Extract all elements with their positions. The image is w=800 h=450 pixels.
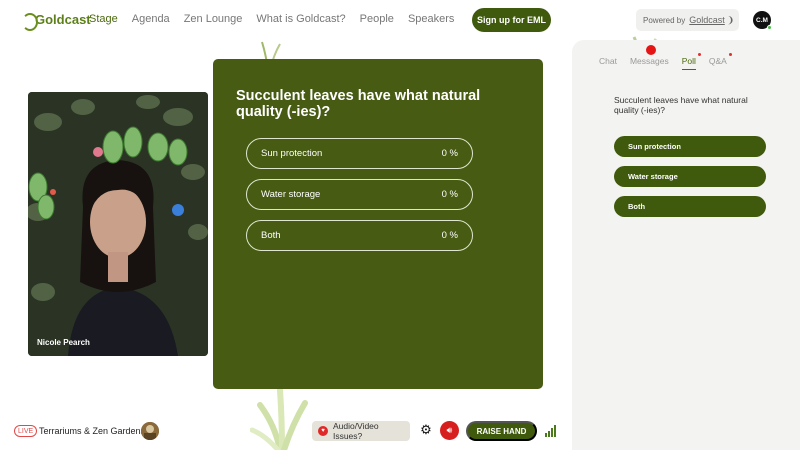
poll-option-percent: 0 % bbox=[441, 230, 458, 241]
event-title: Terrariums & Zen Gardens bbox=[39, 426, 146, 436]
nav-link-what-is-goldcast[interactable]: What is Goldcast? bbox=[256, 13, 345, 25]
tab-qa[interactable]: Q&A bbox=[708, 53, 732, 66]
powered-by-label: Powered by bbox=[643, 15, 686, 25]
poll-option-label: Sun protection bbox=[261, 148, 323, 159]
goldcast-mark-icon: ❩ bbox=[726, 14, 735, 25]
nav-link-stage[interactable]: Stage bbox=[89, 13, 118, 25]
sidebar-option-water-storage[interactable]: Water storage bbox=[614, 166, 766, 187]
sidebar-tabs: Chat Messages Poll Q&A bbox=[599, 53, 740, 70]
nav-links: Stage Agenda Zen Lounge What is Goldcast… bbox=[89, 13, 468, 25]
poll-option-both[interactable]: Both 0 % bbox=[246, 220, 473, 251]
brand-name: Goldcast bbox=[35, 12, 91, 27]
tab-qa-dot bbox=[728, 53, 732, 56]
mute-audio-button[interactable]: 🔊︎ bbox=[440, 421, 459, 440]
speaker-name: Nicole Pearch bbox=[37, 338, 90, 347]
sidebar-poll-question: Succulent leaves have what natural quali… bbox=[614, 95, 748, 115]
notification-badge bbox=[646, 45, 656, 55]
sidebar-option-sun-protection[interactable]: Sun protection bbox=[614, 136, 766, 157]
event-thumbnail-image bbox=[141, 422, 159, 440]
nav-link-speakers[interactable]: Speakers bbox=[408, 13, 454, 25]
tab-poll-label: Poll bbox=[681, 56, 696, 66]
tab-poll-dot bbox=[697, 53, 701, 56]
live-badge: LIVE bbox=[14, 425, 38, 437]
user-avatar[interactable]: C.M bbox=[753, 11, 772, 30]
signup-button[interactable]: Sign up for EML bbox=[472, 8, 551, 32]
tab-qa-label: Q&A bbox=[708, 56, 727, 66]
poll-option-label: Water storage bbox=[261, 189, 321, 200]
sidebar-option-both[interactable]: Both bbox=[614, 196, 766, 217]
poll-option-sun-protection[interactable]: Sun protection 0 % bbox=[246, 138, 473, 169]
powered-by-brand: Goldcast bbox=[689, 15, 725, 25]
av-issues-icon: ♥ bbox=[318, 426, 328, 436]
tab-poll[interactable]: Poll bbox=[681, 53, 701, 70]
tab-messages[interactable]: Messages bbox=[630, 56, 669, 66]
engagement-sidebar: Chat Messages Poll Q&A Succulent leaves … bbox=[572, 40, 800, 450]
settings-gear-icon[interactable]: ⚙ bbox=[419, 423, 433, 437]
event-thumbnail[interactable] bbox=[141, 422, 159, 440]
av-issues-label: Audio/Video Issues? bbox=[332, 421, 379, 441]
speaker-video-image bbox=[28, 92, 208, 356]
poll-card: Succulent leaves have what natural quali… bbox=[213, 59, 543, 389]
av-issues-button[interactable]: ♥ Audio/Video Issues? bbox=[312, 421, 410, 441]
poll-option-water-storage[interactable]: Water storage 0 % bbox=[246, 179, 473, 210]
user-initials: C.M bbox=[756, 16, 768, 24]
speaker-video[interactable]: Nicole Pearch bbox=[28, 92, 208, 356]
decorative-plant-bottom bbox=[250, 387, 308, 450]
tab-chat[interactable]: Chat bbox=[599, 56, 617, 66]
speaker-icon: 🔊︎ bbox=[446, 425, 453, 435]
powered-by-badge[interactable]: Powered by Goldcast ❩ bbox=[636, 9, 739, 31]
top-navigation: Goldcast Stage Agenda Zen Lounge What is… bbox=[0, 0, 800, 40]
nav-link-people[interactable]: People bbox=[360, 13, 394, 25]
poll-option-label: Both bbox=[261, 230, 281, 241]
poll-question: Succulent leaves have what natural quali… bbox=[236, 88, 481, 120]
nav-link-agenda[interactable]: Agenda bbox=[132, 13, 170, 25]
nav-link-zen-lounge[interactable]: Zen Lounge bbox=[184, 13, 243, 25]
online-status-dot bbox=[767, 25, 772, 30]
connection-signal-icon bbox=[545, 425, 557, 437]
raise-hand-button[interactable]: RAISE HAND bbox=[466, 421, 537, 441]
poll-option-percent: 0 % bbox=[441, 148, 458, 159]
goldcast-logo-icon bbox=[22, 12, 38, 31]
brand-logo[interactable]: Goldcast bbox=[22, 12, 91, 31]
poll-option-percent: 0 % bbox=[441, 189, 458, 200]
